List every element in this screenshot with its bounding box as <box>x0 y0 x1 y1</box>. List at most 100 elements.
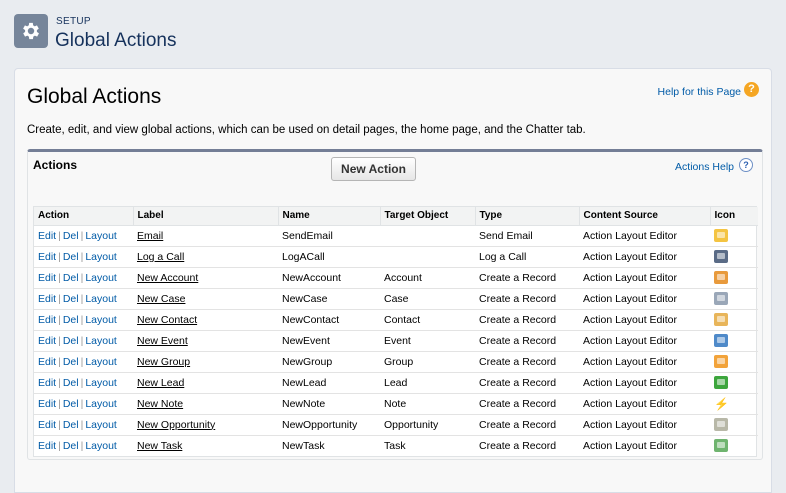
name-cell: NewGroup <box>278 351 380 373</box>
label-cell: New Case <box>133 288 278 310</box>
table-row: Edit | Del | Layout Log a Call LogACall Log a C… <box>34 246 758 268</box>
del-link[interactable]: Del <box>63 251 79 263</box>
del-link[interactable]: Del <box>63 440 79 452</box>
action-label-link[interactable]: New Contact <box>137 314 197 326</box>
action-cell: Edit | Del | Layout <box>34 372 133 394</box>
actions-help-link[interactable]: Actions Help <box>675 161 734 173</box>
action-label-link[interactable]: Email <box>137 230 163 242</box>
del-link[interactable]: Del <box>63 335 79 347</box>
column-header: Action <box>34 207 134 226</box>
action-cell: Edit | Del | Layout <box>34 288 133 310</box>
content-source-cell: Action Layout Editor <box>579 246 710 268</box>
layout-link[interactable]: Layout <box>85 440 117 452</box>
edit-link[interactable]: Edit <box>38 398 56 410</box>
action-label-link[interactable]: New Task <box>137 440 182 452</box>
separator: | <box>58 376 61 389</box>
edit-link[interactable]: Edit <box>38 293 56 305</box>
del-link[interactable]: Del <box>63 356 79 368</box>
action-label-link[interactable]: New Note <box>137 398 183 410</box>
table-row: Edit | Del | Layout New Account NewAccount Acco… <box>34 267 758 289</box>
type-cell: Create a Record <box>475 288 579 310</box>
setup-eyebrow: SETUP <box>56 16 91 27</box>
del-link[interactable]: Del <box>63 314 79 326</box>
name-cell: NewEvent <box>278 330 380 352</box>
edit-link[interactable]: Edit <box>38 356 56 368</box>
action-label-link[interactable]: New Account <box>137 272 198 284</box>
separator: | <box>58 292 61 305</box>
del-link[interactable]: Del <box>63 230 79 242</box>
separator: | <box>80 355 84 368</box>
label-cell: New Account <box>133 267 278 289</box>
edit-link[interactable]: Edit <box>38 440 56 452</box>
action-cell: Edit | Del | Layout <box>34 246 133 268</box>
type-cell: Log a Call <box>475 246 579 268</box>
new-action-button[interactable]: New Action <box>331 157 416 181</box>
layout-link[interactable]: Layout <box>85 419 117 431</box>
layout-link[interactable]: Layout <box>85 335 117 347</box>
name-cell: NewNote <box>278 393 380 415</box>
target-object-cell: Event <box>380 330 475 352</box>
type-cell: Create a Record <box>475 393 579 415</box>
layout-link[interactable]: Layout <box>85 398 117 410</box>
help-for-page-link[interactable]: Help for this Page <box>658 86 741 98</box>
del-link[interactable]: Del <box>63 272 79 284</box>
layout-link[interactable]: Layout <box>85 314 117 326</box>
action-label-link[interactable]: Log a Call <box>137 251 184 263</box>
separator: | <box>58 397 61 410</box>
layout-link[interactable]: Layout <box>85 251 117 263</box>
del-link[interactable]: Del <box>63 293 79 305</box>
edit-link[interactable]: Edit <box>38 419 56 431</box>
separator: | <box>80 439 84 452</box>
action-cell: Edit | Del | Layout <box>34 435 133 456</box>
gear-icon <box>14 14 48 48</box>
page-title: Global Actions <box>27 85 162 108</box>
action-cell: Edit | Del | Layout <box>34 414 133 436</box>
action-label-link[interactable]: New Event <box>137 335 188 347</box>
email-icon <box>714 229 728 242</box>
table-row: Edit | Del | Layout New Contact NewContact Cont… <box>34 309 758 331</box>
page-card: Global Actions Help for this Page ? Crea… <box>14 68 772 493</box>
layout-link[interactable]: Layout <box>85 230 117 242</box>
del-link[interactable]: Del <box>63 419 79 431</box>
content-source-cell: Action Layout Editor <box>579 393 710 415</box>
setup-header: SETUP Global Actions <box>0 0 786 62</box>
name-cell: NewAccount <box>278 267 380 289</box>
table-body: Edit | Del | Layout Email SendEmail Send Email A… <box>34 225 758 456</box>
layout-link[interactable]: Layout <box>85 356 117 368</box>
separator: | <box>58 334 61 347</box>
del-link[interactable]: Del <box>63 377 79 389</box>
task-icon <box>714 439 728 453</box>
action-label-link[interactable]: New Opportunity <box>137 419 215 431</box>
icon-cell: ⚡ <box>710 393 758 415</box>
content-source-cell: Action Layout Editor <box>579 309 710 331</box>
separator: | <box>80 397 84 410</box>
account-icon <box>714 271 728 284</box>
separator: | <box>58 439 61 452</box>
actions-help-icon[interactable]: ? <box>739 158 753 172</box>
separator: | <box>58 250 61 263</box>
edit-link[interactable]: Edit <box>38 272 56 284</box>
action-label-link[interactable]: New Case <box>137 293 185 305</box>
del-link[interactable]: Del <box>63 398 79 410</box>
target-object-cell: Note <box>380 393 475 415</box>
column-header: Icon <box>710 207 758 226</box>
help-icon[interactable]: ? <box>744 82 759 97</box>
content-source-cell: Action Layout Editor <box>579 267 710 289</box>
action-label-link[interactable]: New Group <box>137 356 190 368</box>
layout-link[interactable]: Layout <box>85 377 117 389</box>
action-label-link[interactable]: New Lead <box>137 377 184 389</box>
edit-link[interactable]: Edit <box>38 230 56 242</box>
case-icon <box>714 292 728 305</box>
table-row: Edit | Del | Layout New Note NewNote Note Create… <box>34 393 758 415</box>
type-cell: Create a Record <box>479 439 557 452</box>
name-cell: NewOpportunity <box>278 414 380 436</box>
edit-link[interactable]: Edit <box>38 251 56 263</box>
contact-icon <box>714 313 728 326</box>
edit-link[interactable]: Edit <box>38 314 56 326</box>
edit-link[interactable]: Edit <box>38 377 56 389</box>
layout-link[interactable]: Layout <box>85 272 117 284</box>
label-cell: New Note <box>133 393 278 415</box>
action-cell: Edit | Del | Layout <box>34 267 133 289</box>
layout-link[interactable]: Layout <box>85 293 117 305</box>
edit-link[interactable]: Edit <box>38 335 56 347</box>
